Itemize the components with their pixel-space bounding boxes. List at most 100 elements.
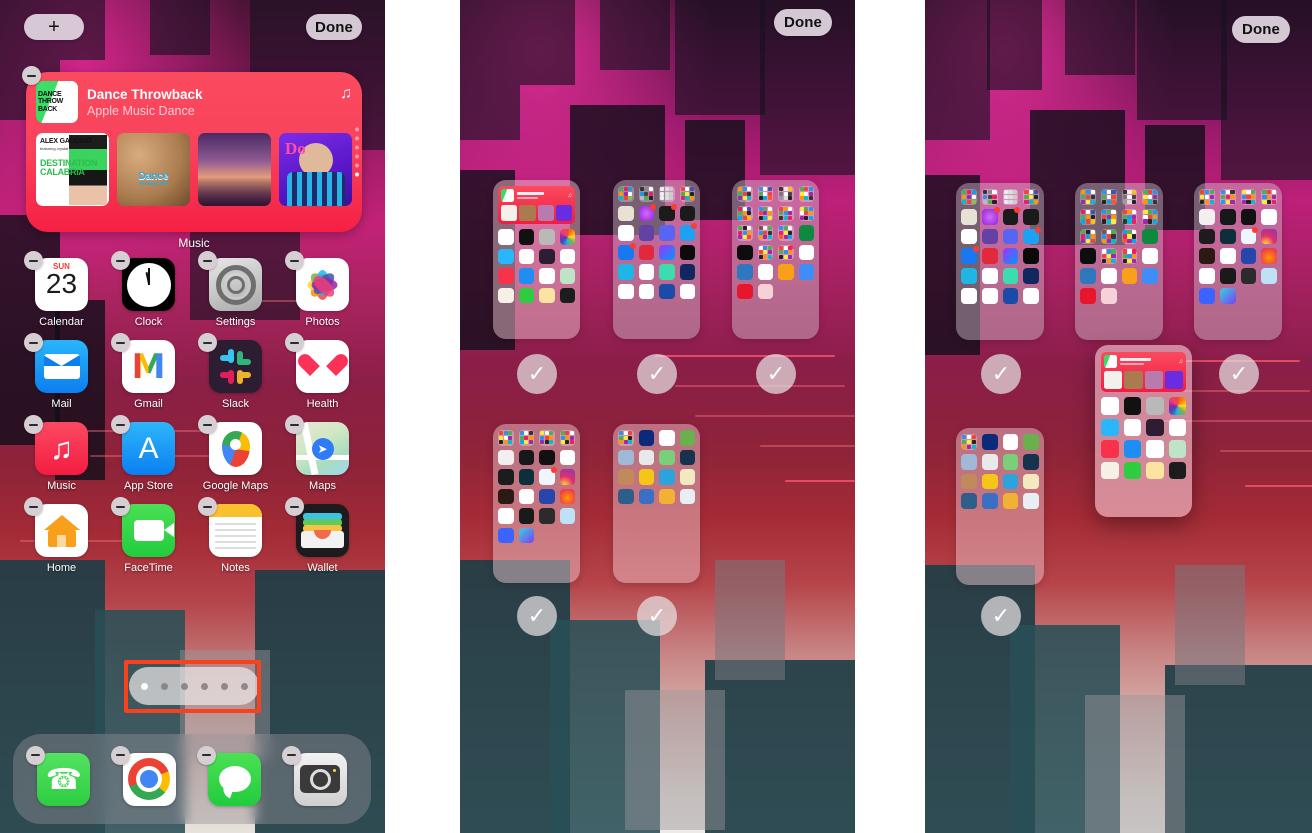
dock-app-chrome[interactable]: [109, 745, 189, 806]
app-tile: [559, 268, 575, 284]
page-thumbnail-2[interactable]: [613, 180, 700, 339]
album-tile[interactable]: [198, 133, 271, 206]
app-health[interactable]: Health: [279, 333, 366, 410]
remove-app-button[interactable]: [285, 333, 304, 352]
page-thumbnail-3[interactable]: [732, 180, 819, 339]
remove-app-button[interactable]: [282, 745, 302, 765]
page-thumbnail-1-dragging[interactable]: ♫: [1095, 345, 1192, 517]
page-checkmark-5[interactable]: ✓: [981, 596, 1021, 636]
app-tile: [1101, 418, 1119, 437]
page-thumbnail-5[interactable]: [613, 424, 700, 583]
app-tile: [1101, 440, 1119, 458]
remove-app-button[interactable]: [24, 415, 43, 434]
app-settings[interactable]: Settings: [192, 251, 279, 328]
app-gmail[interactable]: M Gmail: [105, 333, 192, 410]
folder-tile: [1142, 208, 1158, 225]
app-tile: [1100, 268, 1117, 284]
page-app-grid: [737, 186, 814, 299]
app-tile: [539, 287, 555, 304]
remove-app-button[interactable]: [24, 251, 43, 270]
remove-app-button[interactable]: [25, 745, 45, 765]
app-photos[interactable]: Photos: [279, 251, 366, 328]
app-tile: [518, 248, 534, 265]
page-thumbnail-1[interactable]: ♫: [493, 180, 580, 339]
app-tile: [981, 453, 998, 470]
done-button[interactable]: Done: [306, 14, 362, 40]
dock-app-phone[interactable]: ☎: [24, 745, 104, 806]
maps-icon: ➤: [296, 422, 349, 475]
app-tile: [498, 268, 514, 284]
remove-app-button[interactable]: [198, 497, 217, 516]
app-tile: [961, 246, 979, 264]
add-widget-button[interactable]: +: [24, 14, 84, 40]
clock-icon: [122, 258, 175, 311]
page-app-grid: [498, 430, 575, 543]
page-thumbnail-4[interactable]: [493, 424, 580, 583]
wallet-icon: [296, 504, 349, 557]
done-button[interactable]: Done: [774, 9, 832, 36]
page-checkmark-2[interactable]: ✓: [637, 354, 677, 394]
page-thumbnail-2[interactable]: [956, 183, 1044, 340]
app-notes[interactable]: Notes: [192, 497, 279, 574]
remove-app-button[interactable]: [198, 251, 217, 270]
app-calendar[interactable]: SUN 23 Calendar: [18, 251, 105, 328]
music-widget[interactable]: DANCE THROW BACK Dance Throwback Apple Mus…: [26, 72, 362, 232]
app-maps[interactable]: ➤ Maps: [279, 415, 366, 492]
app-tile: [498, 287, 514, 304]
page-checkmark-5[interactable]: ✓: [637, 596, 677, 636]
app-wallet[interactable]: Wallet: [279, 497, 366, 574]
remove-app-button[interactable]: [111, 415, 130, 434]
app-tile: [961, 493, 977, 509]
app-tile: [618, 283, 634, 299]
folder-tile: [1100, 248, 1117, 264]
remove-app-button[interactable]: [196, 745, 216, 765]
app-mail[interactable]: Mail: [18, 333, 105, 410]
app-home[interactable]: Home: [18, 497, 105, 574]
page-checkmark-1[interactable]: ✓: [517, 354, 557, 394]
page-checkmark-2[interactable]: ✓: [981, 354, 1021, 394]
app-tile: [518, 469, 534, 485]
done-button[interactable]: Done: [1232, 16, 1290, 43]
widget-label: Music: [178, 236, 210, 250]
page-checkmark-3[interactable]: ✓: [756, 354, 796, 394]
app-tile: [1023, 434, 1039, 450]
remove-app-button[interactable]: [198, 333, 217, 352]
page-thumbnail-5[interactable]: [956, 428, 1044, 585]
remove-app-button[interactable]: [285, 497, 304, 516]
page-checkmark-4[interactable]: ✓: [1219, 354, 1259, 394]
app-tile: [618, 205, 634, 221]
page-checkmark-4[interactable]: ✓: [517, 596, 557, 636]
dock-app-camera[interactable]: [280, 745, 360, 806]
remove-app-button[interactable]: [111, 497, 130, 516]
remove-app-button[interactable]: [111, 251, 130, 270]
app-app-store[interactable]: A App Store: [105, 415, 192, 492]
remove-app-button[interactable]: [285, 251, 304, 270]
gear-icon: [209, 258, 262, 311]
app-tile: [1080, 287, 1096, 304]
remove-app-button[interactable]: [24, 497, 43, 516]
remove-app-button[interactable]: [111, 745, 131, 765]
app-tile: [659, 225, 675, 241]
app-clock[interactable]: Clock: [105, 251, 192, 328]
app-tile: [1240, 268, 1257, 284]
app-facetime[interactable]: FaceTime: [105, 497, 192, 574]
folder-tile: [1219, 189, 1236, 205]
app-music[interactable]: ♫ Music: [18, 415, 105, 492]
app-label: Notes: [221, 562, 250, 574]
remove-app-button[interactable]: [111, 333, 130, 352]
album-tile[interactable]: Dance workout mix: [117, 133, 190, 206]
dock-app-messages[interactable]: [195, 745, 275, 806]
app-google-maps[interactable]: Google Maps: [192, 415, 279, 492]
remove-app-button[interactable]: [198, 415, 217, 434]
remove-widget-button[interactable]: [22, 66, 41, 85]
remove-app-button[interactable]: [24, 333, 43, 352]
app-tile: [1142, 228, 1158, 245]
page-thumbnail-4[interactable]: [1194, 183, 1282, 340]
chrome-icon: [122, 752, 176, 806]
remove-app-button[interactable]: [285, 415, 304, 434]
google-maps-icon: [209, 422, 262, 475]
album-tile[interactable]: Do: [279, 133, 352, 206]
page-thumbnail-3[interactable]: [1075, 183, 1163, 340]
album-tile[interactable]: ALEX GAUDINO featuring crystal DESTINATION…: [36, 133, 109, 206]
app-slack[interactable]: Slack: [192, 333, 279, 410]
